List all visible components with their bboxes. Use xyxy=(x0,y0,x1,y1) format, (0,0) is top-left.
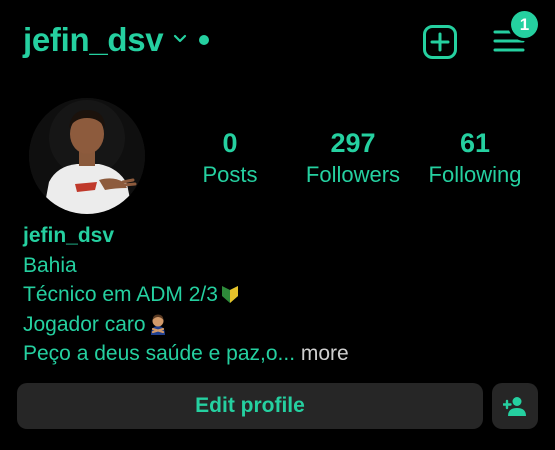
bio-more-link[interactable]: more xyxy=(301,342,349,365)
followers-label: Followers xyxy=(305,162,401,187)
stat-following[interactable]: 61 Following xyxy=(424,126,526,190)
beginner-badge-icon xyxy=(221,286,238,303)
discover-people-button[interactable] xyxy=(492,383,538,429)
bio-line-1: Técnico em ADM 2/3 xyxy=(23,280,543,310)
online-dot-icon xyxy=(199,35,209,45)
edit-profile-button[interactable]: Edit profile xyxy=(17,383,483,429)
followers-count: 297 xyxy=(330,128,376,158)
new-post-icon[interactable] xyxy=(422,24,458,60)
bio-line-2-text: Jogador caro xyxy=(23,312,146,336)
account-switcher-username[interactable]: jefin_dsv xyxy=(23,20,164,60)
profile-photo xyxy=(29,98,145,214)
bio-line-2: Jogador caro xyxy=(23,310,543,340)
profile-bio: jefin_dsv Bahia Técnico em ADM 2/3 Jogad… xyxy=(23,221,543,369)
top-bar: jefin_dsv 1 xyxy=(0,0,555,85)
posts-label: Posts xyxy=(202,162,258,187)
bio-line-3-text: Peço a deus saúde e paz,o... xyxy=(23,342,296,365)
bio-line-3: Peço a deus saúde e paz,o... more xyxy=(23,339,543,369)
notification-badge: 1 xyxy=(511,11,538,38)
avatar[interactable] xyxy=(29,98,145,214)
stat-followers[interactable]: 297 Followers xyxy=(302,126,404,190)
chevron-down-icon[interactable] xyxy=(172,32,188,46)
bio-name: jefin_dsv xyxy=(23,224,115,247)
bio-location: Bahia xyxy=(23,253,77,277)
following-label: Following xyxy=(428,162,522,187)
add-person-icon xyxy=(503,397,526,416)
posts-count: 0 xyxy=(222,128,238,158)
following-count: 61 xyxy=(459,128,491,158)
person-gesturing-icon xyxy=(150,314,165,335)
stat-posts[interactable]: 0 Posts xyxy=(190,126,270,190)
bio-line-1-text: Técnico em ADM 2/3 xyxy=(23,283,218,306)
